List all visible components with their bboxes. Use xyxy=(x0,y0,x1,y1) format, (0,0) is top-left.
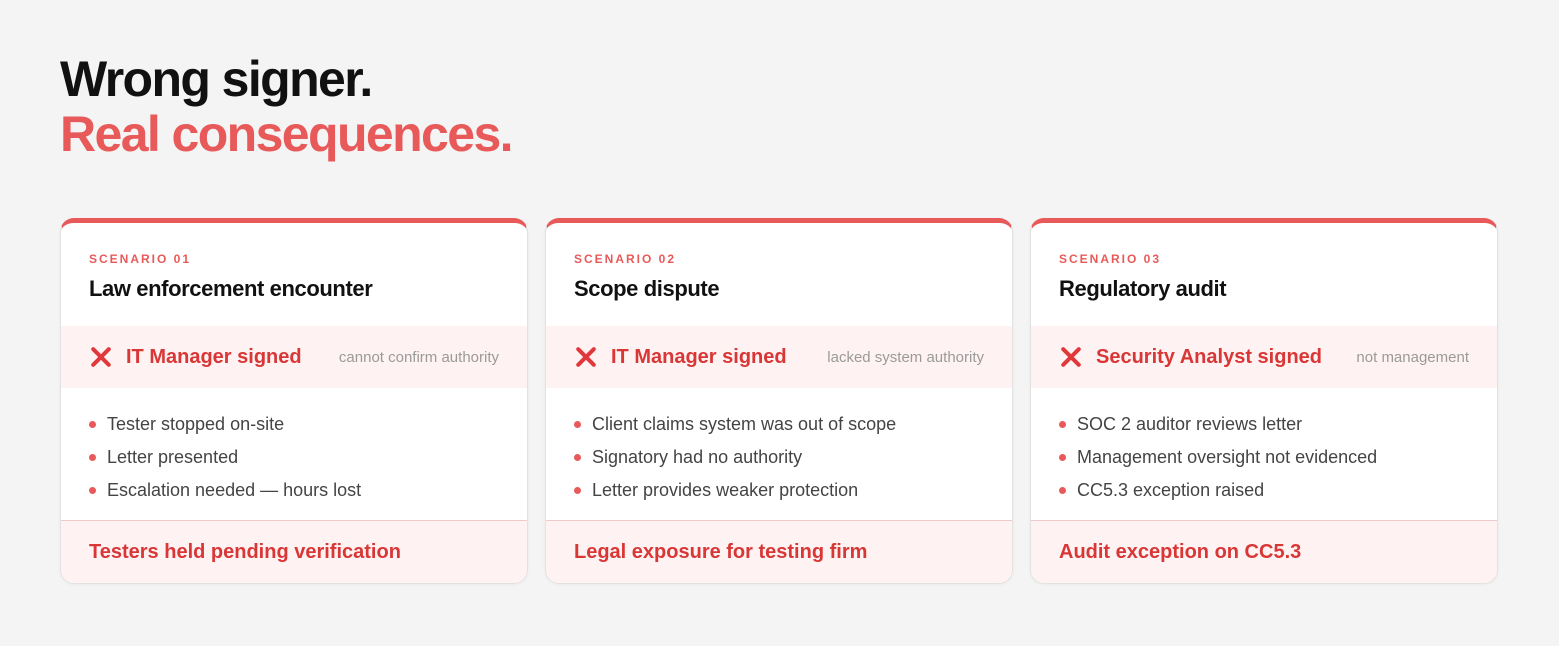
card-title: Regulatory audit xyxy=(1059,276,1227,301)
signer-row: IT Manager signed lacked system authorit… xyxy=(546,326,1012,388)
scenario-label: SCENARIO 03 xyxy=(1059,252,1162,266)
card-footer: Testers held pending verification xyxy=(61,521,527,583)
signer-note: lacked system authority xyxy=(827,348,984,366)
consequence-list: Tester stopped on-site Letter presented … xyxy=(61,388,527,521)
list-item: Letter provides weaker protection xyxy=(574,474,984,507)
list-item: Tester stopped on-site xyxy=(89,408,499,441)
scenario-card-03: SCENARIO 03 Regulatory audit Security An… xyxy=(1030,218,1498,584)
list-item: CC5.3 exception raised xyxy=(1059,474,1469,507)
cross-icon xyxy=(574,345,598,369)
headline-line-1: Wrong signer. xyxy=(60,51,373,107)
card-header: SCENARIO 01 Law enforcement encounter xyxy=(61,223,527,326)
signer-note: not management xyxy=(1356,348,1469,366)
list-item: Client claims system was out of scope xyxy=(574,408,984,441)
list-item: Escalation needed — hours lost xyxy=(89,474,499,507)
consequence-list: SOC 2 auditor reviews letter Management … xyxy=(1031,388,1497,521)
scenario-card-02: SCENARIO 02 Scope dispute IT Manager sig… xyxy=(545,218,1013,584)
signer-row: IT Manager signed cannot confirm authori… xyxy=(61,326,527,388)
card-header: SCENARIO 03 Regulatory audit xyxy=(1031,223,1497,326)
list-item: SOC 2 auditor reviews letter xyxy=(1059,408,1469,441)
card-title: Law enforcement encounter xyxy=(89,276,373,301)
scenario-label: SCENARIO 01 xyxy=(89,252,192,266)
card-footer: Legal exposure for testing firm xyxy=(546,521,1012,583)
list-item: Letter presented xyxy=(89,441,499,474)
signer-name: Security Analyst signed xyxy=(1096,345,1322,368)
headline-line-2: Real consequences. xyxy=(60,106,514,162)
scenario-label: SCENARIO 02 xyxy=(574,252,677,266)
card-footer: Audit exception on CC5.3 xyxy=(1031,521,1497,583)
signer-name: IT Manager signed xyxy=(126,345,302,368)
cross-icon xyxy=(89,345,113,369)
consequence-list: Client claims system was out of scope Si… xyxy=(546,388,1012,521)
signer-note: cannot confirm authority xyxy=(338,348,499,366)
card-header: SCENARIO 02 Scope dispute xyxy=(546,223,1012,326)
list-item: Management oversight not evidenced xyxy=(1059,441,1469,474)
signer-name: IT Manager signed xyxy=(611,345,787,368)
cross-icon xyxy=(1059,345,1083,369)
list-item: Signatory had no authority xyxy=(574,441,984,474)
card-title: Scope dispute xyxy=(574,276,720,301)
signer-row: Security Analyst signed not management xyxy=(1031,326,1497,388)
headline: Wrong signer. Real consequences. xyxy=(60,51,514,162)
scenario-card-01: SCENARIO 01 Law enforcement encounter IT… xyxy=(60,218,528,584)
scenario-cards: SCENARIO 01 Law enforcement encounter IT… xyxy=(60,218,1498,584)
